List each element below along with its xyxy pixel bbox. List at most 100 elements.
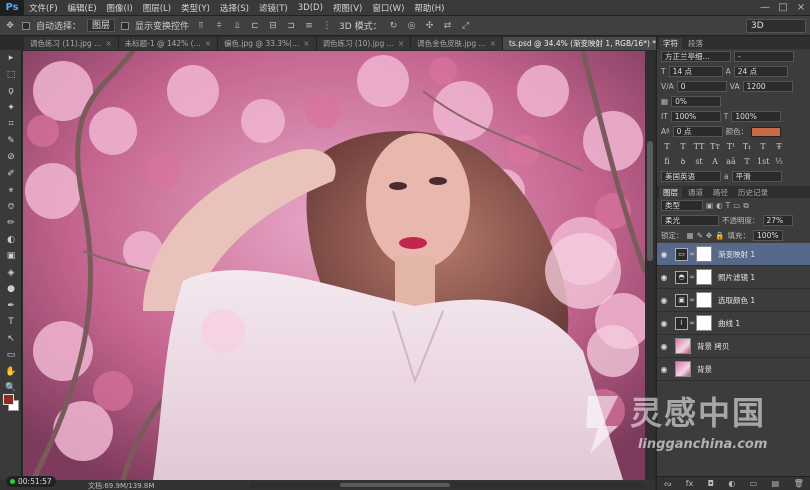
rotate-3d-icon[interactable]: ↻ — [388, 20, 400, 32]
filter-type-icon[interactable]: T — [726, 201, 731, 210]
close-tab-icon[interactable]: × — [303, 37, 309, 50]
doc-tab[interactable]: 偏色.jpg @ 33.3%(... × — [218, 37, 317, 50]
distribute-h-icon[interactable]: ⋮ — [321, 20, 333, 32]
ordinal-button[interactable]: 1st — [757, 156, 769, 167]
visibility-eye-icon[interactable]: ◉ — [657, 342, 671, 351]
hand-tool[interactable]: ✋ — [0, 364, 22, 381]
doc-tab-active[interactable]: ts.psd @ 34.4% (渐变映射 1, RGB/16*) *× — [502, 37, 674, 50]
align-right-icon[interactable]: ⊐ — [285, 20, 297, 32]
lock-move-icon[interactable]: ✥ — [706, 231, 712, 240]
visibility-eye-icon[interactable]: ◉ — [657, 273, 671, 282]
healing-tool[interactable]: ⊘ — [0, 149, 22, 166]
minimize-button[interactable]: — — [756, 2, 774, 13]
doc-tab[interactable]: 调色练习 (11).jpg ... × — [24, 37, 119, 50]
vertical-scale-field[interactable]: 100% — [670, 111, 721, 122]
link-layers-icon[interactable]: ᔓ — [664, 479, 671, 488]
menu-3d[interactable]: 3D(D) — [293, 3, 328, 13]
path-select-tool[interactable]: ↖ — [0, 331, 22, 348]
lasso-tool[interactable]: ϙ — [0, 83, 22, 100]
all-caps-button[interactable]: TT — [693, 141, 705, 152]
menu-select[interactable]: 选择(S) — [215, 2, 254, 14]
ligature-button[interactable]: fi — [661, 156, 673, 167]
filter-pixel-icon[interactable]: ▣ — [706, 201, 713, 210]
underline-button[interactable]: T — [757, 141, 769, 152]
eyedropper-tool[interactable]: ✎ — [0, 133, 22, 150]
lock-all-icon[interactable]: 🔒 — [715, 231, 724, 240]
visibility-eye-icon[interactable]: ◉ — [657, 250, 671, 259]
fill-field[interactable]: 100% — [753, 230, 784, 241]
marquee-tool[interactable]: ⬚ — [0, 67, 22, 84]
horizontal-scrollbar[interactable] — [250, 482, 645, 488]
layer-row[interactable]: ◉ ◓ ∞ 照片滤镜 1 — [657, 266, 810, 289]
doc-tab[interactable]: 调色练习 (10).jpg ... × — [316, 37, 412, 50]
menu-layer[interactable]: 图层(L) — [138, 2, 176, 14]
tsume-field[interactable]: 0% — [671, 96, 722, 107]
new-group-icon[interactable]: ▭ — [750, 479, 758, 488]
faux-italic-button[interactable]: T — [677, 141, 689, 152]
antialias-select[interactable]: 平滑 — [731, 171, 782, 182]
language-select[interactable]: 美国英语 — [661, 171, 721, 182]
small-caps-button[interactable]: Tт — [709, 141, 721, 152]
swash-button[interactable]: A — [709, 156, 721, 167]
new-adjustment-icon[interactable]: ◐ — [728, 479, 735, 488]
move-tool-icon[interactable]: ✥ — [4, 20, 16, 32]
layer-mask-thumb[interactable] — [696, 269, 712, 285]
align-left-icon[interactable]: ⊏ — [249, 20, 261, 32]
titling-button[interactable]: aā — [725, 156, 737, 167]
move-tool[interactable]: ▸ — [0, 50, 22, 67]
vertical-scroll-thumb[interactable] — [647, 141, 653, 261]
faux-bold-button[interactable]: T — [661, 141, 673, 152]
lock-pixels-icon[interactable]: ▦ — [687, 231, 694, 240]
layer-name[interactable]: 照片滤镜 1 — [718, 272, 755, 283]
dodge-tool[interactable]: ◈ — [0, 265, 22, 282]
document-info[interactable]: 文档:69.9M/139.8M — [88, 481, 154, 490]
scale-3d-icon[interactable]: ⤢ — [460, 20, 472, 32]
show-transform-checkbox[interactable] — [121, 21, 130, 30]
close-button[interactable]: × — [792, 2, 810, 13]
shape-tool[interactable]: ▭ — [0, 347, 22, 364]
layer-name[interactable]: 渐变映射 1 — [718, 249, 755, 260]
close-tab-icon[interactable]: × — [105, 37, 111, 50]
stylistic-button[interactable]: st — [693, 156, 705, 167]
layer-name[interactable]: 选取颜色 1 — [718, 295, 755, 306]
menu-file[interactable]: 文件(F) — [24, 2, 63, 14]
layer-row[interactable]: ◉ ⌇ ∞ 曲线 1 — [657, 312, 810, 335]
visibility-eye-icon[interactable]: ◉ — [657, 319, 671, 328]
crop-tool[interactable]: ⌗ — [0, 116, 22, 133]
tab-history[interactable]: 历史记录 — [734, 187, 772, 198]
blur-tool[interactable]: ▣ — [0, 248, 22, 265]
eraser-tool[interactable]: ✏ — [0, 215, 22, 232]
blend-mode-select[interactable]: 柔光 — [661, 215, 719, 226]
quick-select-tool[interactable]: ✦ — [0, 100, 22, 117]
document-canvas[interactable] — [23, 51, 645, 480]
filter-shape-icon[interactable]: ▭ — [733, 201, 740, 210]
layer-row[interactable]: ◉ ▭ ∞ 渐变映射 1 — [657, 243, 810, 266]
delete-layer-icon[interactable]: 🗑 — [794, 479, 804, 488]
menu-view[interactable]: 视图(V) — [328, 2, 367, 14]
lock-paint-icon[interactable]: ✎ — [697, 231, 703, 240]
close-tab-icon[interactable]: × — [490, 37, 496, 50]
kerning-field[interactable]: 0 — [676, 81, 727, 92]
layer-row[interactable]: ◉ ▣ ∞ 选取颜色 1 — [657, 289, 810, 312]
doc-tab[interactable]: 未标题-1 @ 142% (... × — [118, 37, 219, 50]
tab-channels[interactable]: 通道 — [684, 187, 707, 198]
close-tab-icon[interactable]: × — [398, 37, 404, 50]
layer-filter-select[interactable]: 类型 — [661, 200, 703, 211]
new-layer-icon[interactable]: ▤ — [772, 479, 780, 488]
alt-ligature-button[interactable]: ꝺ — [677, 156, 689, 167]
filter-adjust-icon[interactable]: ◐ — [716, 201, 723, 210]
gradient-tool[interactable]: ◐ — [0, 232, 22, 249]
roll-3d-icon[interactable]: ◎ — [406, 20, 418, 32]
ornament-button[interactable]: T — [741, 156, 753, 167]
layer-row[interactable]: ◉ 背景 拷贝 — [657, 335, 810, 358]
menu-edit[interactable]: 编辑(E) — [63, 2, 102, 14]
layer-name[interactable]: 背景 — [697, 364, 712, 375]
menu-image[interactable]: 图像(I) — [102, 2, 138, 14]
menu-help[interactable]: 帮助(H) — [409, 2, 449, 14]
type-tool[interactable]: T — [0, 314, 22, 331]
menu-window[interactable]: 窗口(W) — [367, 2, 409, 14]
foreground-color-swatch[interactable] — [3, 394, 14, 405]
leading-field[interactable]: 24 点 — [733, 66, 788, 77]
maximize-button[interactable]: □ — [774, 2, 792, 13]
layer-name[interactable]: 背景 拷贝 — [697, 341, 729, 352]
